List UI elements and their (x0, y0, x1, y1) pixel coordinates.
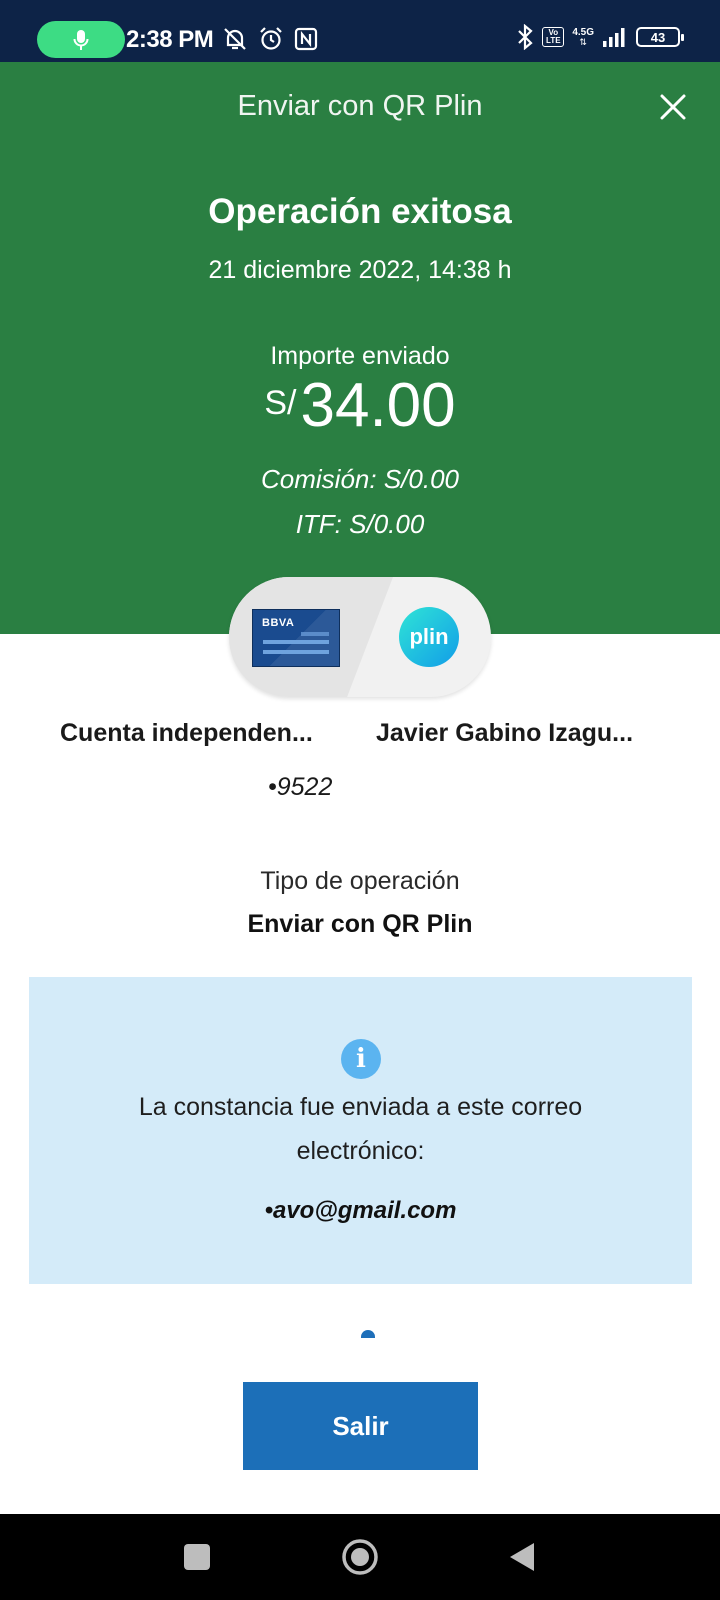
loading-indicator (361, 1330, 375, 1338)
battery-level: 43 (650, 29, 666, 45)
recipient-name: Javier Gabino Izagu... (376, 719, 634, 747)
back-icon (510, 1543, 534, 1571)
info-icon: i (341, 1039, 381, 1079)
signal-icon (603, 28, 625, 47)
recents-button[interactable] (157, 1514, 237, 1600)
operation-type-label: Tipo de operación (260, 867, 460, 895)
mute-icon (224, 28, 246, 50)
plin-logo-text: plin (409, 624, 449, 649)
operation-type-value: Enviar con QR Plin (247, 910, 473, 938)
network-type: 4.5G ⇅ (572, 26, 594, 47)
card-stripe (263, 640, 329, 644)
success-title: Operación exitosa (208, 192, 512, 231)
bluetooth-icon (518, 24, 533, 50)
recents-icon (184, 1544, 210, 1570)
info-email: •avo@gmail.com (264, 1197, 457, 1224)
navigation-bar (0, 1514, 720, 1600)
itf-text: ITF: S/0.00 (295, 509, 425, 539)
bbva-card-icon: BBVA (252, 609, 340, 667)
status-icons-left (222, 26, 318, 52)
status-time: 2:38 PM (126, 26, 214, 53)
network-label: 4.5G (572, 26, 594, 38)
bbva-logo: BBVA (262, 617, 295, 629)
currency-symbol: S/ (264, 384, 297, 422)
nfc-icon (294, 27, 318, 51)
email-info-box: i La constancia fue enviada a este corre… (29, 977, 692, 1284)
close-icon[interactable] (656, 90, 690, 124)
home-button[interactable] (320, 1514, 400, 1600)
amount-display: S/ 34.00 (0, 370, 720, 441)
header-title: Enviar con QR Plin (237, 90, 483, 122)
mic-indicator[interactable] (37, 21, 125, 58)
battery-icon: 43 (636, 27, 684, 47)
data-arrows: ⇅ (579, 36, 587, 47)
volte-icon: Vo LTE (542, 27, 565, 47)
mic-icon (73, 29, 89, 50)
plin-logo: plin (399, 607, 459, 667)
amount-value: 34.00 (300, 371, 456, 440)
volte-label: Vo LTE (546, 28, 561, 45)
status-bar: 2:38 PM Vo LTE 4.5G ⇅ 43 (0, 0, 720, 62)
sender-account-number: •9522 (268, 773, 333, 801)
home-icon (342, 1539, 378, 1575)
success-header: Enviar con QR Plin Operación exitosa 21 … (0, 62, 720, 634)
back-button[interactable] (482, 1514, 562, 1600)
status-icons-right: Vo LTE 4.5G ⇅ 43 (516, 24, 684, 50)
exit-button[interactable]: Salir (243, 1382, 478, 1470)
transfer-pill: BBVA plin (229, 577, 491, 697)
card-stripe (301, 632, 329, 636)
amount-label: Importe enviado (270, 342, 450, 370)
alarm-icon (260, 27, 282, 50)
sender-account-name: Cuenta independen... (60, 719, 313, 747)
info-message: La constancia fue enviada a este correo … (138, 1093, 583, 1165)
operation-datetime: 21 diciembre 2022, 14:38 h (208, 256, 512, 284)
commission-text: Comisión: S/0.00 (261, 464, 459, 494)
card-stripe (263, 650, 329, 654)
